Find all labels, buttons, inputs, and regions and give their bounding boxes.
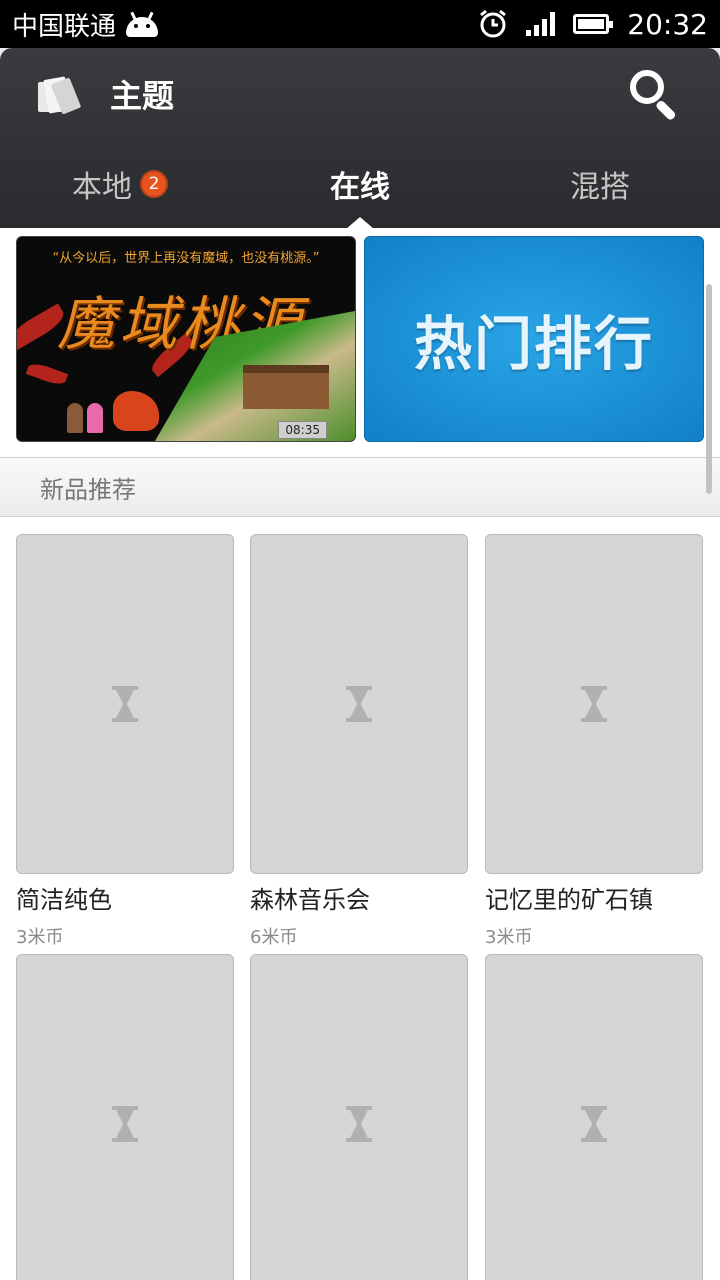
hourglass-icon <box>346 686 372 722</box>
tab-online[interactable]: 在线 <box>240 140 480 229</box>
signal-icon <box>526 12 556 36</box>
content-area: “从今以后，世界上再没有魔域，也没有桃源。” 魔域桃源 08:35 热门排行 新… <box>0 228 720 1280</box>
theme-thumbnail[interactable] <box>16 534 234 874</box>
theme-icon[interactable] <box>38 76 82 115</box>
banner-clock: 08:35 <box>278 421 327 439</box>
theme-thumbnail[interactable] <box>250 954 468 1280</box>
tab-mix-label: 混搭 <box>570 170 630 205</box>
hourglass-icon <box>581 686 607 722</box>
tab-online-label: 在线 <box>330 170 390 205</box>
hourglass-icon <box>112 686 138 722</box>
theme-name: 记忆里的矿石镇 <box>485 886 653 914</box>
hourglass-icon <box>112 1106 138 1142</box>
status-time: 20:32 <box>627 7 708 41</box>
hourglass-icon <box>346 1106 372 1142</box>
search-icon[interactable] <box>626 66 682 122</box>
theme-card[interactable] <box>16 954 234 1280</box>
theme-name: 简洁纯色 <box>16 886 112 914</box>
banner-row: “从今以后，世界上再没有魔域，也没有桃源。” 魔域桃源 08:35 热门排行 <box>16 236 704 442</box>
theme-price: 3米币 <box>485 927 533 948</box>
house-image <box>243 365 329 409</box>
page-title: 主题 <box>110 77 175 115</box>
status-bar: 中国联通 20:32 <box>0 0 720 48</box>
theme-name: 森林音乐会 <box>250 886 370 914</box>
theme-card[interactable]: 森林音乐会 6米币 <box>250 534 468 949</box>
game-banner[interactable]: “从今以后，世界上再没有魔域，也没有桃源。” 魔域桃源 08:35 <box>16 236 356 442</box>
tab-bar: 本地 2 在线 混搭 <box>0 140 720 229</box>
dragon-image <box>113 391 159 431</box>
theme-thumbnail[interactable] <box>485 954 703 1280</box>
theme-thumbnail[interactable] <box>485 534 703 874</box>
scrollbar[interactable] <box>706 284 712 494</box>
tab-local[interactable]: 本地 2 <box>0 140 240 228</box>
hourglass-icon <box>581 1106 607 1142</box>
alarm-icon <box>480 9 507 38</box>
theme-thumbnail[interactable] <box>250 534 468 874</box>
banner-slogan: “从今以后，世界上再没有魔域，也没有桃源。” <box>52 251 320 266</box>
carrier-name: 中国联通 <box>12 11 117 42</box>
app-header: 主题 本地 2 在线 混搭 <box>0 48 720 229</box>
theme-thumbnail[interactable] <box>16 954 234 1280</box>
theme-card[interactable]: 记忆里的矿石镇 3米币 <box>485 534 703 949</box>
character-image <box>87 403 103 433</box>
section-header: 新品推荐 <box>0 457 720 517</box>
character-image <box>67 403 83 433</box>
notification-badge: 2 <box>140 170 168 198</box>
theme-card[interactable] <box>485 954 703 1280</box>
theme-price: 3米币 <box>16 927 64 948</box>
section-title: 新品推荐 <box>40 475 136 504</box>
battery-icon <box>573 14 614 34</box>
hot-ranking-label: 热门排行 <box>413 310 654 378</box>
android-icon <box>124 11 160 37</box>
hot-ranking-banner[interactable]: 热门排行 <box>364 236 704 442</box>
tab-mix[interactable]: 混搭 <box>480 140 720 228</box>
theme-card[interactable] <box>250 954 468 1280</box>
tab-local-label: 本地 <box>72 170 132 205</box>
theme-card[interactable]: 简洁纯色 3米币 <box>16 534 234 949</box>
theme-price: 6米币 <box>250 927 298 948</box>
